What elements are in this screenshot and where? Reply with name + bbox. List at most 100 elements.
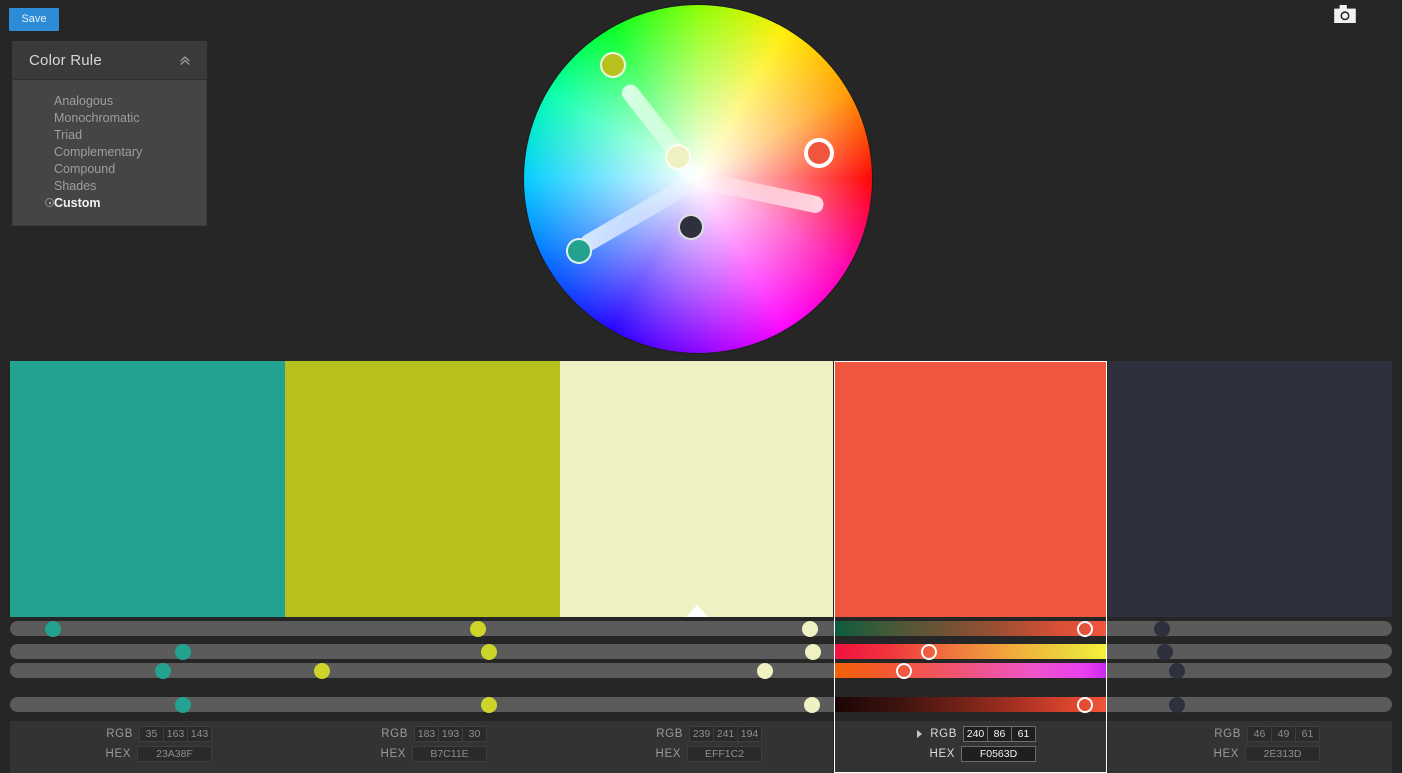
camera-icon[interactable] xyxy=(1334,5,1356,23)
rgb-channel-input-b[interactable]: 30 xyxy=(462,726,487,742)
slider-handle[interactable] xyxy=(1169,662,1185,679)
hex-row: HEX B7C11E xyxy=(381,746,487,762)
info-group-teal: RGB 35 163 143 HEX 23A38F xyxy=(10,721,285,773)
slider-handle[interactable] xyxy=(1169,696,1185,713)
hex-label: HEX xyxy=(105,748,131,760)
hex-input[interactable]: 2E313D xyxy=(1245,746,1320,762)
swatch-olive[interactable] xyxy=(285,361,560,617)
hex-input[interactable]: 23A38F xyxy=(137,746,212,762)
rgb-channel-input-r[interactable]: 183 xyxy=(414,726,439,742)
slider-gradient-segment[interactable] xyxy=(834,697,1107,712)
swatch-red[interactable] xyxy=(834,361,1107,617)
color-rule-item-label: Complementary xyxy=(54,144,143,159)
color-rule-panel: Color Rule Analogous Monochromatic Triad Co… xyxy=(12,41,207,226)
color-rule-item-label: Shades xyxy=(54,178,97,193)
slider-row-4[interactable] xyxy=(10,696,1392,713)
slider-handle[interactable] xyxy=(757,662,773,679)
base-color-marker-triangle xyxy=(685,605,708,617)
rgb-channel-input-r[interactable]: 35 xyxy=(139,726,164,742)
slider-gradient-segment[interactable] xyxy=(834,644,1107,659)
wheel-handle-olive[interactable] xyxy=(600,52,626,78)
slider-handle[interactable] xyxy=(1154,620,1170,637)
wheel-handle-cream[interactable] xyxy=(665,144,691,170)
slider-handle[interactable] xyxy=(45,620,61,637)
hex-row: HEX F0563D xyxy=(930,746,1036,762)
rgb-label: RGB xyxy=(381,728,408,740)
hex-input[interactable]: F0563D xyxy=(961,746,1036,762)
slider-handle[interactable] xyxy=(175,643,191,660)
color-rule-item-custom[interactable]: Custom xyxy=(13,194,206,211)
swatch-strip xyxy=(0,361,1402,617)
color-rule-item-complementary[interactable]: Complementary xyxy=(13,143,206,160)
slider-handle-active[interactable] xyxy=(921,643,937,660)
chevron-double-up-icon[interactable] xyxy=(178,54,192,68)
slider-handle[interactable] xyxy=(804,696,820,713)
slider-row-3[interactable] xyxy=(10,662,1392,679)
wheel-handle-teal[interactable] xyxy=(566,238,592,264)
color-rule-list: Analogous Monochromatic Triad Complementary… xyxy=(13,80,206,225)
slider-handle[interactable] xyxy=(470,620,486,637)
rgb-channel-input-g[interactable]: 241 xyxy=(713,726,738,742)
swatch-cream[interactable] xyxy=(560,361,833,617)
rgb-channel-input-g[interactable]: 86 xyxy=(987,726,1012,742)
rgb-channel-input-g[interactable]: 49 xyxy=(1271,726,1296,742)
rgb-channel-input-g[interactable]: 193 xyxy=(438,726,463,742)
color-rule-header[interactable]: Color Rule xyxy=(13,42,206,80)
slider-handle-active[interactable] xyxy=(1077,696,1093,713)
wheel-handle-red[interactable] xyxy=(804,138,834,168)
color-rule-item-shades[interactable]: Shades xyxy=(13,177,206,194)
wheel-beam xyxy=(696,170,825,214)
slider-handle[interactable] xyxy=(805,643,821,660)
wheel-handle-dark[interactable] xyxy=(678,214,704,240)
hex-input[interactable]: EFF1C2 xyxy=(687,746,762,762)
slider-handle-active[interactable] xyxy=(896,662,912,679)
color-wheel[interactable] xyxy=(524,5,872,353)
rgb-row: RGB 239 241 194 xyxy=(656,726,762,742)
rgb-channel-input-r[interactable]: 46 xyxy=(1247,726,1272,742)
save-button[interactable]: Save xyxy=(9,8,59,31)
rgb-channel-input-r[interactable]: 240 xyxy=(963,726,988,742)
rgb-channel-input-b[interactable]: 61 xyxy=(1011,726,1036,742)
slider-handle[interactable] xyxy=(314,662,330,679)
info-group-cream: RGB 239 241 194 HEX EFF1C2 xyxy=(560,721,833,773)
slider-gradient-segment[interactable] xyxy=(834,621,1107,636)
color-rule-item-label: Analogous xyxy=(54,93,114,108)
rgb-channel-input-b[interactable]: 143 xyxy=(187,726,212,742)
color-rule-item-label: Triad xyxy=(54,127,83,142)
rgb-channel-input-b[interactable]: 194 xyxy=(737,726,762,742)
slider-handle[interactable] xyxy=(802,620,818,637)
color-wheel-area xyxy=(524,5,872,353)
slider-handle[interactable] xyxy=(155,662,171,679)
hex-input[interactable]: B7C11E xyxy=(412,746,487,762)
color-rule-item-monochromatic[interactable]: Monochromatic xyxy=(13,109,206,126)
rgb-label: RGB xyxy=(656,728,683,740)
info-group-red: RGB 240 86 61 HEX F0563D xyxy=(834,721,1107,773)
rgb-label: RGB xyxy=(930,728,957,740)
swatch-navy[interactable] xyxy=(1108,361,1392,617)
rgb-label: RGB xyxy=(1214,728,1241,740)
slider-gradient-segment[interactable] xyxy=(834,663,1107,678)
slider-handle-active[interactable] xyxy=(1077,620,1093,637)
rgb-row: RGB 35 163 143 xyxy=(106,726,212,742)
color-rule-item-analogous[interactable]: Analogous xyxy=(13,92,206,109)
rgb-channel-input-r[interactable]: 239 xyxy=(689,726,714,742)
slider-row-1[interactable] xyxy=(10,620,1392,637)
hex-label: HEX xyxy=(1213,748,1239,760)
slider-handle[interactable] xyxy=(481,696,497,713)
slider-handle[interactable] xyxy=(175,696,191,713)
rgb-channel-input-g[interactable]: 163 xyxy=(163,726,188,742)
color-rule-item-label: Compound xyxy=(54,161,116,176)
hex-label: HEX xyxy=(929,748,955,760)
color-rule-item-triad[interactable]: Triad xyxy=(13,126,206,143)
wheel-beam xyxy=(577,171,703,254)
expand-arrow-icon[interactable] xyxy=(917,730,923,738)
slider-row-2[interactable] xyxy=(10,643,1392,660)
info-panel: RGB 35 163 143 HEX 23A38F RGB 183 193 30 HEX B7C11E… xyxy=(0,721,1402,773)
hex-label: HEX xyxy=(655,748,681,760)
info-group-olive: RGB 183 193 30 HEX B7C11E xyxy=(285,721,560,773)
slider-handle[interactable] xyxy=(1157,643,1173,660)
rgb-channel-input-b[interactable]: 61 xyxy=(1295,726,1320,742)
swatch-teal[interactable] xyxy=(10,361,285,617)
slider-handle[interactable] xyxy=(481,643,497,660)
color-rule-item-compound[interactable]: Compound xyxy=(13,160,206,177)
